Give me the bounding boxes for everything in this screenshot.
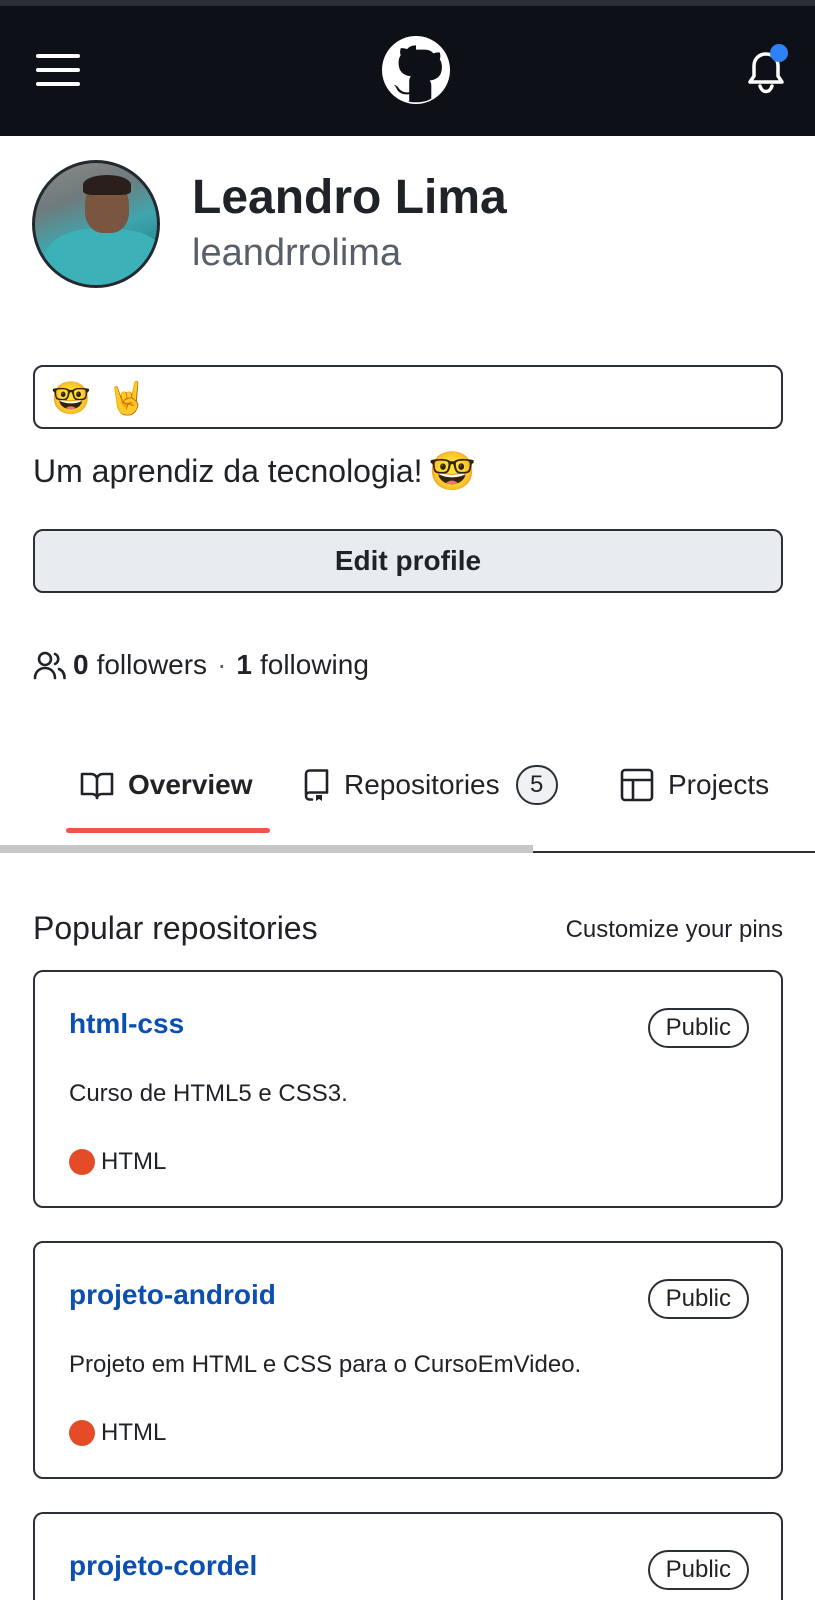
repo-language: HTML (69, 1419, 166, 1447)
tab-overview-label: Overview (128, 769, 253, 800)
profile-login: leandrrolima (192, 232, 402, 274)
bio-text: Um aprendiz da tecnologia! (33, 453, 423, 489)
follow-separator: · (217, 649, 227, 680)
github-logo-icon[interactable] (382, 36, 450, 104)
language-color-dot (69, 1420, 95, 1446)
tab-repositories-label: Repositories (344, 769, 500, 800)
repo-card: projeto-cordel Public (33, 1512, 783, 1600)
hamburger-menu-icon[interactable] (36, 50, 80, 90)
people-icon (33, 651, 66, 680)
profile-tabs: Overview Repositories 5 Projects (0, 760, 815, 852)
repo-language: HTML (69, 1148, 166, 1176)
notification-indicator (770, 44, 788, 62)
repo-description: Curso de HTML5 e CSS3. (69, 1080, 348, 1107)
tab-projects[interactable]: Projects (620, 760, 769, 810)
table-icon (620, 768, 654, 802)
visibility-badge: Public (647, 1279, 749, 1319)
repo-name-link[interactable]: projeto-cordel (69, 1550, 257, 1582)
following-label[interactable]: following (260, 649, 369, 681)
status-emoji-rock-icon: 🤘 (107, 380, 147, 416)
avatar[interactable] (32, 160, 160, 288)
repo-card: html-css Public Curso de HTML5 e CSS3. H… (33, 970, 783, 1208)
tabs-scrollbar[interactable] (0, 845, 533, 853)
status-field[interactable]: 🤓 🤘 (33, 365, 783, 429)
customize-pins-link[interactable]: Customize your pins (566, 916, 783, 944)
visibility-badge: Public (647, 1008, 749, 1048)
repo-icon (304, 769, 329, 801)
edit-profile-button[interactable]: Edit profile (33, 529, 783, 593)
tab-overview[interactable]: Overview (80, 760, 253, 810)
avatar-shirt (45, 229, 157, 285)
bio-emoji-nerd-icon: 🤓 (428, 451, 476, 493)
repo-name-link[interactable]: projeto-android (69, 1279, 276, 1311)
profile-bio: Um aprendiz da tecnologia! 🤓 (33, 450, 476, 494)
tab-repositories[interactable]: Repositories 5 (302, 760, 558, 810)
top-navigation-bar (0, 0, 815, 136)
repo-name-link[interactable]: html-css (69, 1008, 184, 1040)
avatar-hair (83, 175, 131, 195)
followers-count[interactable]: 0 (73, 649, 89, 681)
following-count[interactable]: 1 (236, 649, 252, 681)
profile-full-name: Leandro Lima (192, 171, 507, 224)
language-label: HTML (101, 1419, 167, 1446)
status-emoji-nerd-icon: 🤓 (51, 380, 91, 416)
language-color-dot (69, 1149, 95, 1175)
popular-repositories-heading: Popular repositories (33, 910, 318, 946)
followers-summary: 0 followers · 1 following (33, 648, 369, 682)
followers-label[interactable]: followers (97, 649, 207, 681)
repositories-counter: 5 (515, 765, 558, 805)
book-icon (80, 772, 114, 800)
language-label: HTML (101, 1148, 167, 1175)
visibility-badge: Public (647, 1550, 749, 1590)
repo-card: projeto-android Public Projeto em HTML e… (33, 1241, 783, 1479)
active-tab-indicator (66, 828, 270, 833)
tab-projects-label: Projects (668, 769, 770, 800)
repo-description: Projeto em HTML e CSS para o CursoEmVide… (69, 1351, 582, 1378)
